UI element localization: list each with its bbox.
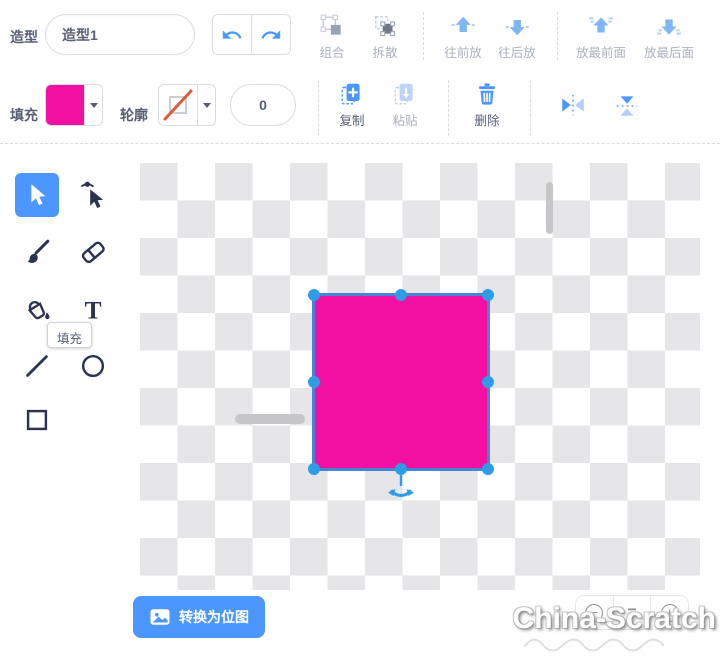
select-cursor-icon (22, 180, 52, 210)
group-label: 组合 (319, 42, 344, 61)
resize-handle-e[interactable] (482, 376, 494, 388)
paint-bucket-icon (22, 294, 52, 324)
tool-brush[interactable] (15, 230, 59, 274)
fill-dropdown (85, 85, 102, 125)
undo-redo-group (212, 14, 291, 55)
flip-vertical-button[interactable] (613, 92, 641, 118)
vertical-scrollbar[interactable] (546, 182, 553, 234)
resize-handle-n[interactable] (395, 289, 407, 301)
send-to-back-button[interactable]: 放最后面 (644, 13, 694, 61)
paste-button[interactable]: 粘贴 (392, 81, 418, 129)
costume-label: 造型 (10, 27, 38, 47)
resize-handle-w[interactable] (308, 376, 320, 388)
forward-button[interactable]: 往前放 (444, 13, 482, 61)
front-label: 放最前面 (576, 42, 626, 61)
tool-circle[interactable] (71, 344, 115, 388)
tool-eraser[interactable] (71, 230, 115, 274)
layer-forward-icon (450, 13, 476, 39)
zoom-controls: − = + (575, 595, 689, 630)
fill-label: 填充 (10, 105, 38, 125)
outline-width-input[interactable] (230, 84, 296, 126)
convert-to-bitmap-label: 转换为位图 (179, 607, 249, 627)
outline-color-picker[interactable] (158, 84, 216, 126)
watermark-script-squiggle (520, 632, 690, 654)
tool-panel: T (0, 150, 140, 660)
convert-to-bitmap-button[interactable]: 转换为位图 (133, 596, 265, 638)
zoom-reset-button[interactable]: = (613, 596, 651, 629)
backward-label: 往后放 (498, 42, 536, 61)
no-outline-icon (161, 87, 195, 123)
copy-button[interactable]: 复制 (339, 81, 365, 129)
resize-handle-ne[interactable] (482, 289, 494, 301)
resize-handle-se[interactable] (482, 463, 494, 475)
rectangle-icon (22, 405, 52, 435)
text-icon: T (78, 294, 108, 324)
trash-icon (474, 81, 500, 107)
outline-none-swatch (159, 85, 198, 125)
paste-label: 粘贴 (392, 110, 417, 129)
circle-icon (78, 351, 108, 381)
toolbar-divider-1 (423, 12, 424, 60)
toolbar-divider-2 (557, 12, 558, 60)
copy-icon (339, 81, 365, 107)
format-divider-3 (530, 80, 531, 136)
zoom-in-button[interactable]: + (650, 596, 688, 629)
scratch-paint-editor: 造型 组合 (0, 0, 720, 660)
fill-tooltip: 填充 (47, 322, 92, 348)
paste-icon (392, 81, 418, 107)
selected-square-shape[interactable] (312, 293, 490, 471)
ungroup-label: 拆散 (372, 42, 397, 61)
ungroup-button[interactable]: 拆散 (372, 13, 398, 61)
bitmap-image-icon (149, 607, 171, 627)
outline-dropdown (198, 85, 215, 125)
format-divider-1 (318, 80, 319, 136)
resize-handle-sw[interactable] (308, 463, 320, 475)
chevron-down-icon (203, 103, 211, 108)
zoom-out-button[interactable]: − (576, 596, 613, 629)
tool-line[interactable] (15, 344, 59, 388)
layer-backward-icon (504, 13, 530, 39)
toolbar-bottom-divider (0, 143, 720, 144)
eraser-icon (78, 237, 108, 267)
paint-canvas[interactable] (140, 163, 700, 590)
bring-to-front-button[interactable]: 放最前面 (576, 13, 626, 61)
tool-rectangle[interactable] (15, 398, 59, 442)
redo-icon (260, 24, 282, 46)
line-icon (22, 351, 52, 381)
delete-label: 删除 (474, 110, 499, 129)
brush-icon (22, 237, 52, 267)
delete-button[interactable]: 删除 (474, 81, 500, 129)
flip-vertical-icon (613, 92, 641, 118)
costume-name-input[interactable] (45, 14, 195, 55)
group-icon (319, 13, 345, 39)
zoom-in-icon: + (661, 604, 679, 622)
copy-label: 复制 (339, 110, 364, 129)
flip-horizontal-button[interactable] (559, 92, 587, 118)
layer-back-icon (656, 13, 682, 39)
back-label: 放最后面 (644, 42, 694, 61)
format-divider-2 (448, 80, 449, 136)
forward-label: 往前放 (444, 42, 482, 61)
undo-icon (221, 24, 243, 46)
redo-button[interactable] (251, 15, 290, 54)
backward-button[interactable]: 往后放 (498, 13, 536, 61)
fill-color-picker[interactable] (45, 84, 103, 126)
group-button[interactable]: 组合 (319, 13, 345, 61)
reshape-icon (78, 180, 108, 210)
outline-label: 轮廓 (120, 105, 148, 125)
layer-front-icon (588, 13, 614, 39)
zoom-out-icon: − (585, 604, 603, 622)
undo-button[interactable] (213, 15, 251, 54)
flip-horizontal-icon (559, 92, 587, 118)
zoom-reset-icon: = (627, 604, 636, 622)
tool-select[interactable] (15, 173, 59, 217)
tool-reshape[interactable] (71, 173, 115, 217)
ungroup-icon (372, 13, 398, 39)
resize-handle-nw[interactable] (308, 289, 320, 301)
horizontal-scrollbar[interactable] (235, 414, 305, 424)
fill-color-swatch (46, 85, 85, 125)
chevron-down-icon (90, 103, 98, 108)
svg-text:T: T (85, 296, 102, 324)
rotation-handle[interactable] (387, 468, 415, 502)
